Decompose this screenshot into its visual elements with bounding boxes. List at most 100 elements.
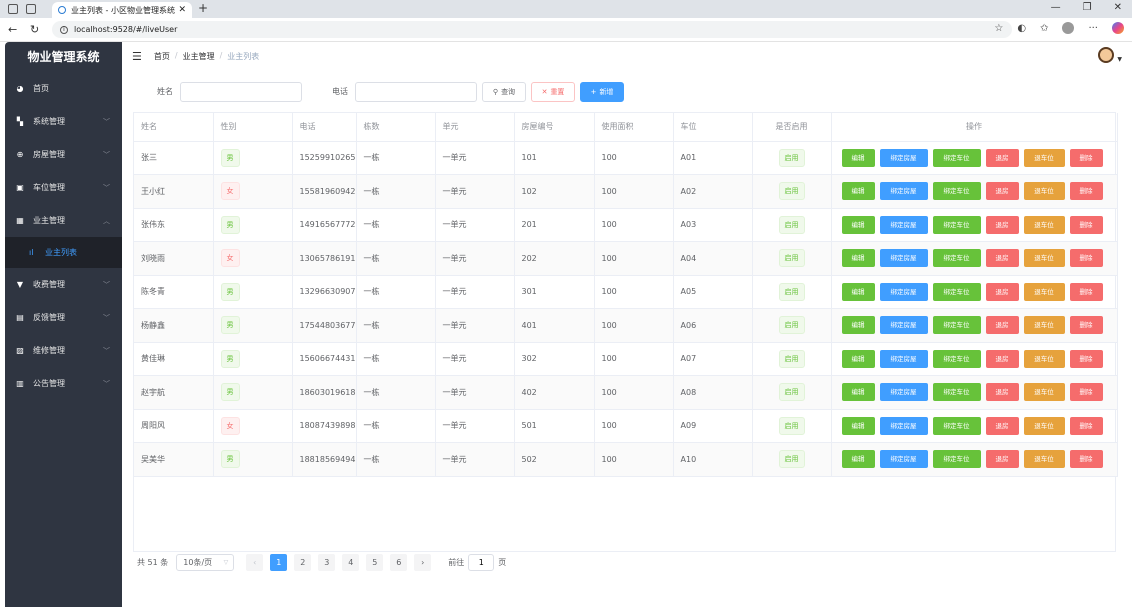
- delete-button[interactable]: 删除: [1069, 148, 1103, 167]
- new-tab-icon[interactable]: +: [198, 1, 208, 15]
- favorites-icon[interactable]: ✩: [1040, 23, 1048, 34]
- bind-parking-button[interactable]: 绑定车位: [932, 450, 981, 469]
- sidebar-item[interactable]: ◕ 首页: [5, 72, 122, 105]
- sidebar-item[interactable]: ⊕ 房屋管理 ﹀: [5, 138, 122, 171]
- sidebar-item[interactable]: ▼ 收费管理 ﹀: [5, 268, 122, 301]
- restore-icon[interactable]: ❐: [1083, 2, 1092, 13]
- edit-button[interactable]: 编辑: [841, 249, 875, 268]
- name-input[interactable]: [180, 82, 302, 102]
- phone-input[interactable]: [355, 82, 477, 102]
- minimize-icon[interactable]: —: [1051, 2, 1061, 13]
- bind-house-button[interactable]: 绑定房屋: [879, 282, 928, 301]
- bind-parking-button[interactable]: 绑定车位: [932, 282, 981, 301]
- bind-parking-button[interactable]: 绑定车位: [932, 148, 981, 167]
- bind-house-button[interactable]: 绑定房屋: [879, 349, 928, 368]
- profile-icon[interactable]: [1062, 22, 1075, 34]
- copilot-icon[interactable]: [1112, 22, 1124, 34]
- page-number-button[interactable]: 5: [366, 554, 384, 571]
- back-icon[interactable]: ←: [8, 23, 22, 36]
- release-parking-button[interactable]: 退车位: [1023, 450, 1065, 469]
- delete-button[interactable]: 删除: [1069, 182, 1103, 201]
- release-parking-button[interactable]: 退车位: [1023, 383, 1065, 402]
- sidebar-subitem-owner-list[interactable]: ıl 业主列表: [5, 237, 122, 268]
- release-parking-button[interactable]: 退车位: [1023, 182, 1065, 201]
- next-page-button[interactable]: ›: [414, 554, 432, 571]
- edit-button[interactable]: 编辑: [841, 383, 875, 402]
- bind-house-button[interactable]: 绑定房屋: [879, 148, 928, 167]
- delete-button[interactable]: 删除: [1069, 349, 1103, 368]
- bind-parking-button[interactable]: 绑定车位: [932, 182, 981, 201]
- edit-button[interactable]: 编辑: [841, 416, 875, 435]
- caret-down-icon[interactable]: ▼: [1117, 56, 1122, 63]
- tab-close-icon[interactable]: ✕: [178, 5, 186, 15]
- reset-button[interactable]: ✕ 重置: [531, 82, 575, 102]
- more-icon[interactable]: ···: [1088, 23, 1098, 34]
- hamburger-icon[interactable]: ☰: [132, 50, 142, 63]
- page-size-select[interactable]: 10条/页 ▽: [176, 554, 235, 571]
- sidebar-item[interactable]: ▚ 系统管理 ﹀: [5, 105, 122, 138]
- bind-house-button[interactable]: 绑定房屋: [879, 416, 928, 435]
- browser-tab[interactable]: 业主列表 - 小区物业管理系统 ✕: [52, 2, 192, 18]
- tab-actions-icon[interactable]: [26, 4, 36, 14]
- release-parking-button[interactable]: 退车位: [1023, 316, 1065, 335]
- edit-button[interactable]: 编辑: [841, 282, 875, 301]
- edit-button[interactable]: 编辑: [841, 316, 875, 335]
- checkout-house-button[interactable]: 退房: [985, 450, 1019, 469]
- edit-button[interactable]: 编辑: [841, 349, 875, 368]
- delete-button[interactable]: 删除: [1069, 450, 1103, 469]
- checkout-house-button[interactable]: 退房: [985, 416, 1019, 435]
- delete-button[interactable]: 删除: [1069, 282, 1103, 301]
- page-number-button[interactable]: 2: [294, 554, 312, 571]
- page-number-button[interactable]: 3: [318, 554, 336, 571]
- release-parking-button[interactable]: 退车位: [1023, 148, 1065, 167]
- site-info-icon[interactable]: i: [60, 25, 68, 34]
- bind-house-button[interactable]: 绑定房屋: [879, 316, 928, 335]
- sidebar-item[interactable]: ▣ 车位管理 ﹀: [5, 171, 122, 204]
- sidebar-item[interactable]: ▨ 维修管理 ﹀: [5, 334, 122, 367]
- sidebar-item[interactable]: ▦ 业主管理 ︿: [5, 204, 122, 237]
- bind-parking-button[interactable]: 绑定车位: [932, 416, 981, 435]
- bind-house-button[interactable]: 绑定房屋: [879, 383, 928, 402]
- checkout-house-button[interactable]: 退房: [985, 316, 1019, 335]
- checkout-house-button[interactable]: 退房: [985, 148, 1019, 167]
- breadcrumb-home[interactable]: 首页: [154, 51, 170, 62]
- page-number-button[interactable]: 4: [342, 554, 360, 571]
- sidebar-item[interactable]: ▤ 反馈管理 ﹀: [5, 301, 122, 334]
- bind-parking-button[interactable]: 绑定车位: [932, 349, 981, 368]
- user-avatar[interactable]: [1098, 47, 1114, 63]
- bind-parking-button[interactable]: 绑定车位: [932, 316, 981, 335]
- workspaces-icon[interactable]: [8, 4, 18, 14]
- edit-button[interactable]: 编辑: [841, 148, 875, 167]
- favorite-star-icon[interactable]: ☆: [994, 23, 1003, 34]
- edit-button[interactable]: 编辑: [841, 450, 875, 469]
- breadcrumb-owner-mgmt[interactable]: 业主管理: [183, 51, 215, 62]
- bind-parking-button[interactable]: 绑定车位: [932, 215, 981, 234]
- edit-button[interactable]: 编辑: [841, 215, 875, 234]
- bind-house-button[interactable]: 绑定房屋: [879, 215, 928, 234]
- delete-button[interactable]: 删除: [1069, 316, 1103, 335]
- bind-house-button[interactable]: 绑定房屋: [879, 182, 928, 201]
- bind-parking-button[interactable]: 绑定车位: [932, 383, 981, 402]
- checkout-house-button[interactable]: 退房: [985, 182, 1019, 201]
- checkout-house-button[interactable]: 退房: [985, 215, 1019, 234]
- url-field[interactable]: i localhost:9528/#/liveUser: [52, 21, 1012, 38]
- extensions-icon[interactable]: ◐: [1017, 23, 1026, 34]
- release-parking-button[interactable]: 退车位: [1023, 416, 1065, 435]
- prev-page-button[interactable]: ‹: [246, 554, 264, 571]
- delete-button[interactable]: 删除: [1069, 215, 1103, 234]
- bind-house-button[interactable]: 绑定房屋: [879, 450, 928, 469]
- checkout-house-button[interactable]: 退房: [985, 349, 1019, 368]
- delete-button[interactable]: 删除: [1069, 249, 1103, 268]
- checkout-house-button[interactable]: 退房: [985, 282, 1019, 301]
- add-button[interactable]: + 新增: [580, 82, 624, 102]
- page-number-button[interactable]: 1: [270, 554, 288, 571]
- release-parking-button[interactable]: 退车位: [1023, 282, 1065, 301]
- delete-button[interactable]: 删除: [1069, 383, 1103, 402]
- release-parking-button[interactable]: 退车位: [1023, 249, 1065, 268]
- delete-button[interactable]: 删除: [1069, 416, 1103, 435]
- edit-button[interactable]: 编辑: [841, 182, 875, 201]
- query-button[interactable]: ⚲ 查询: [482, 82, 526, 102]
- bind-parking-button[interactable]: 绑定车位: [932, 249, 981, 268]
- release-parking-button[interactable]: 退车位: [1023, 215, 1065, 234]
- refresh-icon[interactable]: ↻: [30, 23, 44, 36]
